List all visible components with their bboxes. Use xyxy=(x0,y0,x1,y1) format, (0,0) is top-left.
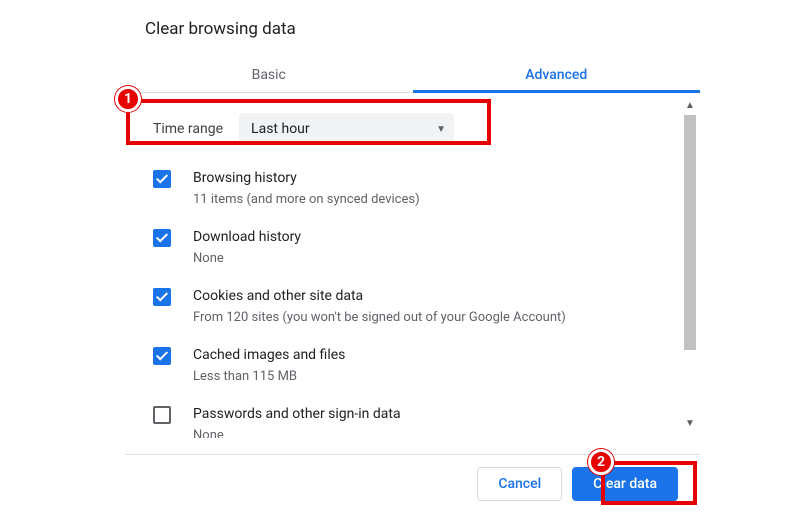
list-item: Passwords and other sign-in data None xyxy=(153,395,672,438)
item-title: Download history xyxy=(193,227,301,247)
time-range-value: Last hour xyxy=(251,121,310,137)
list-item: Download history None xyxy=(153,218,672,277)
item-subtitle: None xyxy=(193,249,301,268)
item-subtitle: From 120 sites (you won't be signed out … xyxy=(193,308,566,327)
item-title: Cookies and other site data xyxy=(193,286,566,306)
dialog-content: Time range Last hour ▼ Browsing history … xyxy=(125,93,700,438)
dialog-title: Clear browsing data xyxy=(125,0,700,57)
clear-data-button[interactable]: Clear data xyxy=(572,467,678,501)
item-text: Browsing history 11 items (and more on s… xyxy=(193,168,420,209)
item-text: Cookies and other site data From 120 sit… xyxy=(193,286,566,327)
item-subtitle: 11 items (and more on synced devices) xyxy=(193,190,420,209)
checkbox-browsing-history[interactable] xyxy=(153,170,171,188)
scrollbar-thumb[interactable] xyxy=(684,115,696,350)
item-text: Passwords and other sign-in data None xyxy=(193,404,401,438)
time-range-row: Time range Last hour ▼ xyxy=(153,107,672,159)
list-item: Cookies and other site data From 120 sit… xyxy=(153,277,672,336)
time-range-label: Time range xyxy=(153,121,223,137)
clear-data-button-label: Clear data xyxy=(593,476,657,492)
item-title: Cached images and files xyxy=(193,345,345,365)
cancel-button[interactable]: Cancel xyxy=(477,467,562,501)
vertical-scrollbar[interactable]: ▲ ▼ xyxy=(682,101,698,431)
item-subtitle: None xyxy=(193,426,401,438)
list-item: Cached images and files Less than 115 MB xyxy=(153,336,672,395)
tab-basic[interactable]: Basic xyxy=(125,57,413,92)
tab-basic-label: Basic xyxy=(252,67,286,83)
checkbox-passwords[interactable] xyxy=(153,406,171,424)
time-range-select[interactable]: Last hour ▼ xyxy=(239,113,454,145)
item-title: Browsing history xyxy=(193,168,420,188)
checkbox-download-history[interactable] xyxy=(153,229,171,247)
item-subtitle: Less than 115 MB xyxy=(193,367,345,386)
checkbox-cached-images[interactable] xyxy=(153,347,171,365)
tab-advanced-label: Advanced xyxy=(525,67,587,83)
item-text: Download history None xyxy=(193,227,301,268)
checkbox-cookies[interactable] xyxy=(153,288,171,306)
scroll-up-arrow-icon: ▲ xyxy=(684,101,696,113)
item-title: Passwords and other sign-in data xyxy=(193,404,401,424)
chevron-down-icon: ▼ xyxy=(436,124,446,135)
dialog-footer: Cancel Clear data xyxy=(125,454,700,512)
item-text: Cached images and files Less than 115 MB xyxy=(193,345,345,386)
list-item: Browsing history 11 items (and more on s… xyxy=(153,159,672,218)
tabs: Basic Advanced xyxy=(125,57,700,93)
tab-advanced[interactable]: Advanced xyxy=(413,57,701,92)
scroll-down-arrow-icon: ▼ xyxy=(684,419,696,431)
cancel-button-label: Cancel xyxy=(498,476,541,492)
clear-browsing-data-dialog: Clear browsing data Basic Advanced Time … xyxy=(125,0,700,438)
